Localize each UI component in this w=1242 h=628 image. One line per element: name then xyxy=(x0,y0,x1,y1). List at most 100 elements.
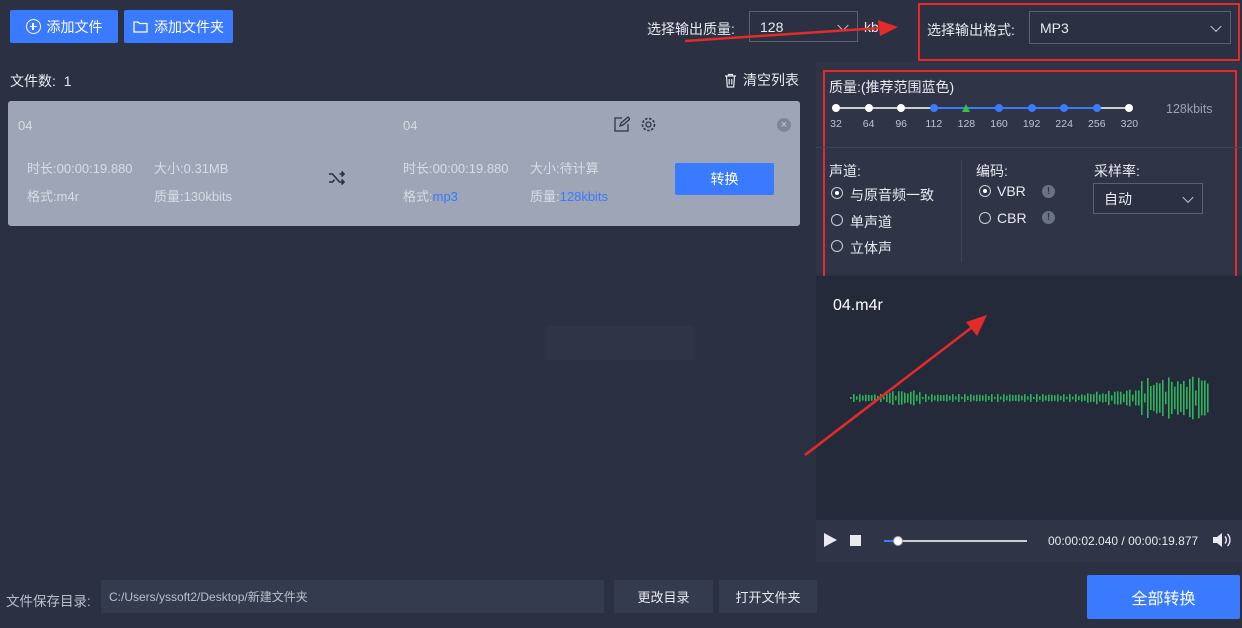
save-dir-label: 文件保存目录: xyxy=(6,594,91,609)
convert-all-label: 全部转换 xyxy=(1131,591,1196,608)
radio[interactable] xyxy=(831,214,843,226)
quality-tick-dot[interactable] xyxy=(995,104,1003,112)
target-size: 大小:待计算 xyxy=(530,161,599,176)
waveform-bar xyxy=(1132,394,1134,402)
convert-button[interactable]: 转换 xyxy=(675,163,774,195)
quality-select-label: 选择输出质量: xyxy=(647,21,735,37)
waveform-bar xyxy=(1024,394,1026,402)
waveform-bar xyxy=(1171,381,1173,415)
clear-list-button[interactable]: 清空列表 xyxy=(724,70,799,90)
edit-icon[interactable] xyxy=(613,116,630,133)
quality-tick-label: 160 xyxy=(990,118,1008,130)
radio-selected[interactable] xyxy=(831,187,843,199)
volume-icon[interactable] xyxy=(1212,531,1232,549)
waveform-bar xyxy=(1048,394,1050,402)
change-dir-button[interactable]: 更改目录 xyxy=(614,580,713,613)
save-dir-input[interactable]: C:/Users/yssoft2/Desktop/新建文件夹 xyxy=(101,580,604,613)
radio-selected[interactable] xyxy=(979,185,991,197)
waveform-bar xyxy=(925,394,927,402)
waveform-bar xyxy=(1108,390,1110,406)
waveform-bar xyxy=(862,395,864,401)
waveform-bar xyxy=(943,395,945,401)
remove-file-icon[interactable]: × xyxy=(777,118,791,132)
waveform-bar xyxy=(853,394,855,402)
info-icon[interactable]: ! xyxy=(1042,185,1055,198)
waveform-bar xyxy=(883,396,885,400)
waveform-bar xyxy=(868,394,870,402)
waveform-bar xyxy=(1147,378,1149,418)
waveform-bar xyxy=(1135,390,1137,406)
quality-tick-label: 224 xyxy=(1055,118,1073,130)
waveform-bar xyxy=(1150,386,1152,410)
waveform-bar xyxy=(994,396,996,400)
waveform-bar xyxy=(1042,394,1044,402)
waveform-bar xyxy=(934,395,936,401)
waveform-bar xyxy=(1000,396,1002,400)
waveform-bar xyxy=(1192,376,1194,420)
waveform-bar xyxy=(1066,396,1068,400)
source-format: 格式:m4r xyxy=(27,189,80,204)
waveform-bar xyxy=(958,394,960,402)
target-format: 格式:mp3 xyxy=(403,189,458,204)
waveform-bar xyxy=(1123,393,1125,403)
open-folder-label: 打开文件夹 xyxy=(735,590,801,605)
quality-tick-dot[interactable] xyxy=(1092,104,1101,112)
waveform-bar xyxy=(898,391,900,405)
waveform-bar xyxy=(1114,391,1116,405)
waveform-bar xyxy=(1195,390,1197,406)
add-file-button[interactable]: 添加文件 xyxy=(10,10,118,43)
quality-tick-dot[interactable] xyxy=(1027,104,1036,112)
convert-all-button[interactable]: 全部转换 xyxy=(1087,575,1240,619)
waveform-bar xyxy=(1144,393,1146,403)
waveform-bar xyxy=(985,394,987,402)
waveform-bar xyxy=(988,396,990,400)
add-folder-button[interactable]: 添加文件夹 xyxy=(124,10,233,43)
source-quality: 质量:130kbits xyxy=(154,189,233,204)
quality-tick-dot[interactable] xyxy=(929,104,938,112)
waveform-bar xyxy=(973,395,975,401)
waveform-bar xyxy=(880,394,882,402)
waveform-bar xyxy=(1006,395,1008,401)
info-icon[interactable]: ! xyxy=(1042,211,1055,224)
waveform-bar xyxy=(982,395,984,401)
waveform-bar xyxy=(1117,391,1119,405)
play-icon[interactable] xyxy=(823,532,838,548)
sample-rate-select[interactable]: 自动 xyxy=(1093,183,1203,214)
add-file-label: 添加文件 xyxy=(46,18,103,35)
source-size: 大小:0.31MB xyxy=(154,161,229,176)
quality-select[interactable]: 128 xyxy=(749,11,858,42)
quality-tick-dot[interactable] xyxy=(962,104,971,112)
waveform-bar xyxy=(1027,396,1029,400)
chevron-down-icon xyxy=(837,19,849,31)
waveform-bar xyxy=(952,394,954,402)
save-dir-path: C:/Users/yssoft2/Desktop/新建文件夹 xyxy=(109,590,308,604)
quality-select-value: 128 xyxy=(760,18,784,35)
quality-tick-label: 32 xyxy=(830,118,842,130)
gear-icon[interactable] xyxy=(640,116,657,133)
format-select-label: 选择输出格式: xyxy=(927,22,1015,38)
waveform-bar xyxy=(1081,394,1083,402)
waveform-bar xyxy=(895,395,897,401)
source-file-name: 04 xyxy=(18,118,33,133)
quality-tick-dot[interactable] xyxy=(864,104,873,112)
waveform-bar xyxy=(931,394,933,402)
waveform-bar xyxy=(856,396,858,400)
waveform-bar xyxy=(1057,394,1059,402)
waveform-bar xyxy=(1096,391,1098,405)
radio[interactable] xyxy=(831,240,843,252)
waveform-bar xyxy=(1198,377,1200,419)
waveform-bar xyxy=(1153,384,1155,412)
quality-tick-dot[interactable] xyxy=(832,104,840,112)
format-select[interactable]: MP3 xyxy=(1029,11,1231,44)
playback-progress-track[interactable] xyxy=(884,540,1027,542)
chevron-down-icon xyxy=(1182,191,1194,203)
waveform-bar xyxy=(1015,394,1017,402)
stop-icon[interactable] xyxy=(850,535,861,546)
quality-tick-label: 64 xyxy=(862,118,875,130)
waveform-bar xyxy=(907,393,909,403)
waveform-bar xyxy=(892,391,894,405)
open-folder-button[interactable]: 打开文件夹 xyxy=(719,580,817,613)
waveform-bar xyxy=(976,394,978,402)
waveform-bar xyxy=(1168,377,1170,419)
radio[interactable] xyxy=(979,212,991,224)
